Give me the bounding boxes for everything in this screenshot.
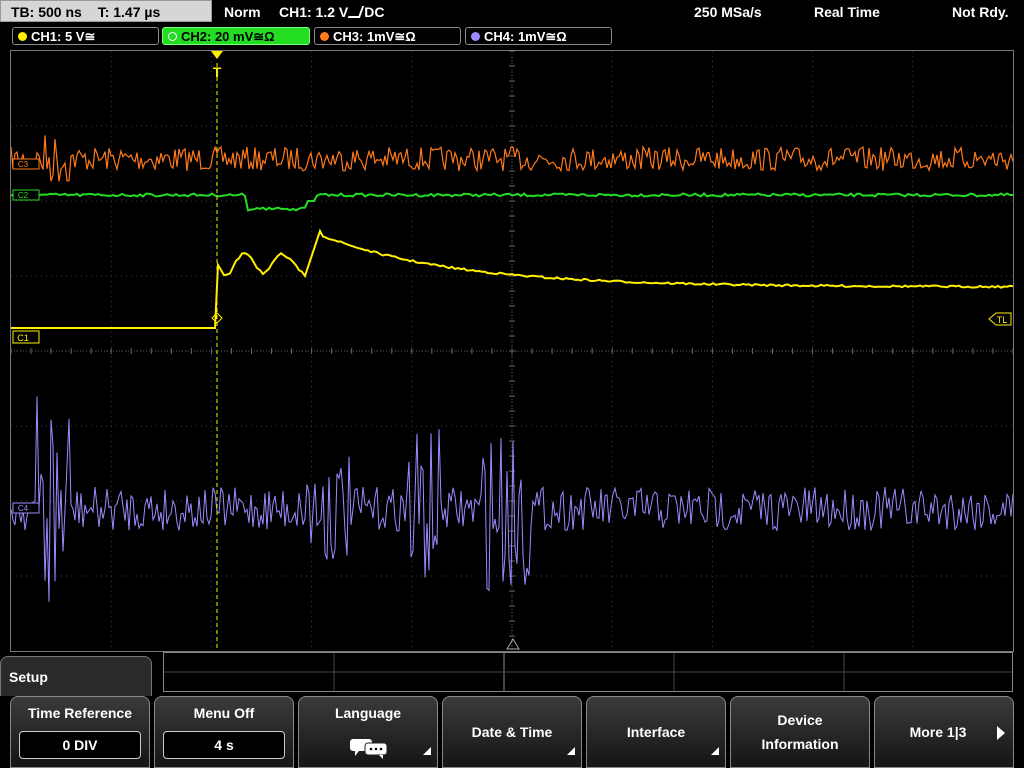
ch1-ground-marker[interactable]: C1 bbox=[12, 330, 40, 344]
ch2-marker-label: C2 bbox=[18, 191, 29, 200]
waveform-svg: T TL C1 C2 C3 C4 bbox=[11, 51, 1013, 651]
overview-strip[interactable] bbox=[163, 652, 1013, 692]
time-reference-button[interactable]: Time Reference 0 DIV bbox=[10, 696, 150, 768]
channel-bar: CH1: 5 V≅ CH2: 20 mV≅Ω CH3: 1mV≅Ω CH4: 1… bbox=[0, 26, 1024, 48]
timebase-box[interactable]: TB: 500 ns T: 1.47 µs bbox=[0, 0, 212, 22]
ch4-marker-label: C4 bbox=[18, 504, 29, 513]
interface-button[interactable]: Interface bbox=[586, 696, 726, 768]
channel-tab-ch1[interactable]: CH1: 5 V≅ bbox=[12, 27, 159, 45]
ch1-dot-icon bbox=[18, 32, 27, 41]
menu-title: Setup bbox=[9, 669, 48, 685]
submenu-indicator-icon bbox=[423, 747, 431, 755]
ch4-ground-marker[interactable]: C4 bbox=[12, 502, 40, 514]
softkey-label-line2: Information bbox=[761, 736, 839, 752]
trigger-level-marker[interactable]: TL bbox=[988, 312, 1012, 326]
ch1-marker-label: C1 bbox=[17, 333, 29, 343]
trigger-t-label: T bbox=[213, 64, 222, 80]
time-reference-icon bbox=[506, 638, 520, 650]
trigger-coupling-label: DC bbox=[364, 4, 385, 20]
softkey-label: Language bbox=[334, 705, 402, 721]
submenu-indicator-icon bbox=[711, 747, 719, 755]
language-button[interactable]: Language bbox=[298, 696, 438, 768]
status-bar: TB: 500 ns T: 1.47 µs Norm CH1: 1.2 V DC … bbox=[0, 0, 1024, 24]
trigger-source[interactable]: CH1: 1.2 V DC bbox=[279, 0, 384, 24]
channel-tab-ch2[interactable]: CH2: 20 mV≅Ω bbox=[162, 27, 310, 45]
arrow-right-icon bbox=[997, 726, 1005, 740]
channel-label: CH4: 1mV≅Ω bbox=[484, 29, 567, 44]
channel-tab-ch4[interactable]: CH4: 1mV≅Ω bbox=[465, 27, 612, 45]
ch2-dot-icon bbox=[168, 32, 177, 41]
softkey-label: Menu Off bbox=[193, 705, 255, 721]
menu-off-value[interactable]: 4 s bbox=[163, 731, 285, 759]
trigger-mode[interactable]: Norm bbox=[224, 0, 261, 24]
waveform-display[interactable]: T TL C1 C2 C3 C4 bbox=[10, 50, 1014, 652]
channel-label: CH1: 5 V≅ bbox=[31, 29, 96, 44]
menu-title-tab: Setup bbox=[0, 656, 152, 696]
trigger-level-label: CH1: 1.2 V bbox=[279, 4, 349, 20]
submenu-indicator-icon bbox=[567, 747, 575, 755]
graticule bbox=[11, 51, 1013, 651]
menu-off-button[interactable]: Menu Off 4 s bbox=[154, 696, 294, 768]
timebase-label: TB: 500 ns bbox=[11, 4, 82, 20]
rising-edge-icon bbox=[348, 6, 365, 18]
ch3-dot-icon bbox=[320, 32, 329, 41]
device-information-button[interactable]: Device Information bbox=[730, 696, 870, 768]
softkey-label: Interface bbox=[626, 724, 686, 740]
softkey-label: More 1|3 bbox=[909, 724, 967, 740]
softkey-label: Time Reference bbox=[27, 705, 132, 721]
trigger-level-label: TL bbox=[997, 315, 1008, 325]
ch3-ground-marker[interactable]: C3 bbox=[12, 158, 40, 170]
channel-tab-ch3[interactable]: CH3: 1mV≅Ω bbox=[314, 27, 461, 45]
acquisition-status: Not Rdy. bbox=[952, 4, 1009, 20]
ch4-dot-icon bbox=[471, 32, 480, 41]
more-button[interactable]: More 1|3 bbox=[874, 696, 1014, 768]
softkey-label: Date & Time bbox=[471, 724, 553, 740]
channel-label: CH3: 1mV≅Ω bbox=[333, 29, 416, 44]
channel-label: CH2: 20 mV≅Ω bbox=[181, 29, 275, 44]
trigger-time-label: T: 1.47 µs bbox=[97, 4, 161, 20]
ch2-ground-marker[interactable]: C2 bbox=[12, 189, 40, 201]
ch3-marker-label: C3 bbox=[18, 160, 29, 169]
overview-grid bbox=[164, 653, 1012, 691]
date-time-button[interactable]: Date & Time bbox=[442, 696, 582, 768]
time-reference-value[interactable]: 0 DIV bbox=[19, 731, 141, 759]
sample-rate: 250 MSa/s bbox=[694, 4, 762, 20]
trigger-t-icon[interactable]: T bbox=[211, 51, 223, 80]
speech-bubble-icon bbox=[350, 739, 388, 759]
acquisition-mode: Real Time bbox=[814, 4, 880, 20]
softkey-label: Device bbox=[777, 712, 823, 728]
